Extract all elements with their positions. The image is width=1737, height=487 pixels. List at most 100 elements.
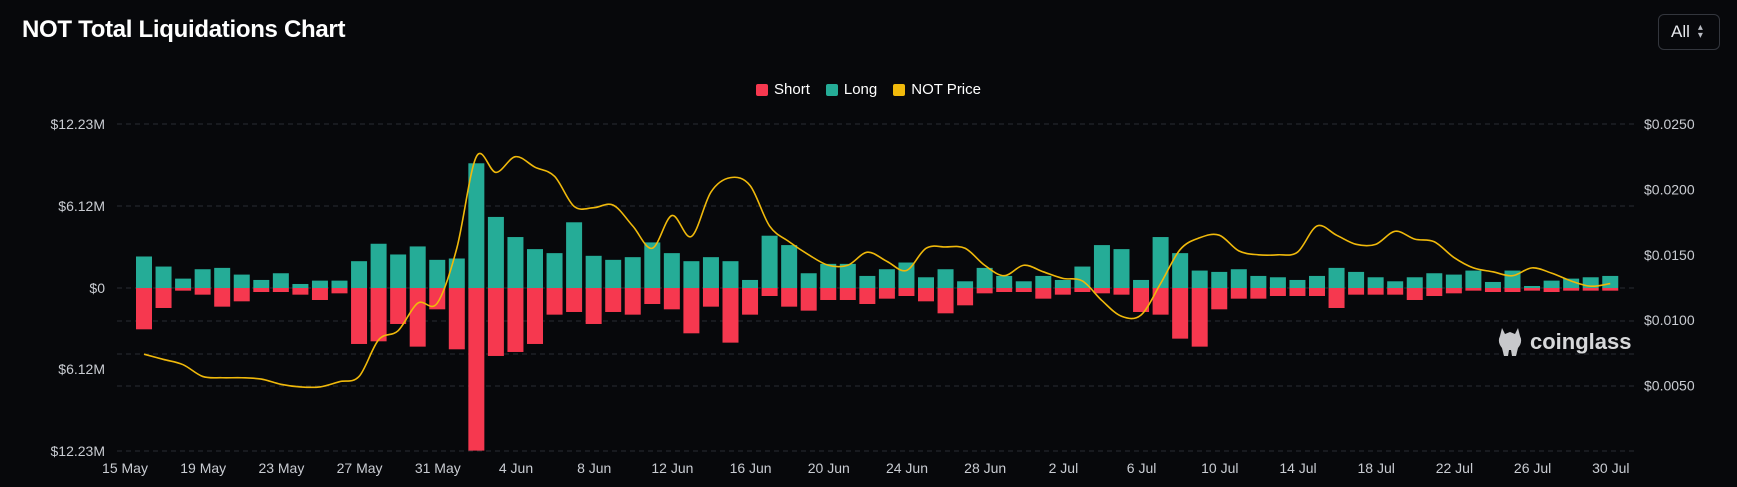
short-bar [1113, 288, 1130, 295]
short-bar [820, 288, 837, 300]
x-tick-label: 19 May [180, 460, 226, 476]
short-bar [370, 288, 387, 342]
short-bar [1328, 288, 1345, 308]
short-bar [351, 288, 368, 344]
long-bar [1093, 245, 1110, 288]
short-bar [1015, 288, 1032, 292]
long-bar [429, 259, 446, 288]
long-bar [1191, 270, 1208, 288]
long-bar [351, 261, 368, 288]
short-bar [937, 288, 954, 314]
long-bar [546, 253, 563, 288]
short-bar [781, 288, 798, 307]
long-bar [859, 275, 876, 288]
long-bar [1250, 275, 1267, 288]
long-bar [253, 279, 270, 288]
long-bar [937, 269, 954, 288]
long-bar [175, 278, 192, 288]
short-bar [566, 288, 583, 312]
x-tick-label: 24 Jun [886, 460, 928, 476]
long-bar [448, 258, 465, 288]
short-bar [1093, 288, 1110, 294]
y-right-tick-label: $0.0050 [1644, 378, 1695, 394]
short-bar [233, 288, 250, 302]
long-bar [1602, 275, 1619, 288]
long-bar [468, 163, 485, 288]
x-tick-label: 23 May [258, 460, 304, 476]
short-bar [468, 288, 485, 451]
y-left-tick-label: $6.12M [58, 361, 105, 377]
short-bar [1563, 288, 1580, 291]
short-bar [996, 288, 1013, 292]
short-bar [1484, 288, 1501, 292]
long-bar [996, 275, 1013, 288]
liquidations-chart: $12.23M $6.12M $0 $6.12M $12.23M $0.0250 $0.02… [51, 116, 1695, 476]
short-bar [546, 288, 563, 315]
long-bar [233, 274, 250, 288]
x-tick-label: 6 Jul [1127, 460, 1157, 476]
long-bar [663, 253, 680, 288]
long-bar [1387, 281, 1404, 288]
x-tick-label: 26 Jul [1514, 460, 1551, 476]
long-bar [1269, 277, 1286, 288]
long-bar [136, 256, 152, 288]
short-bar [1582, 288, 1599, 291]
long-bar [527, 249, 543, 288]
short-bar [331, 288, 348, 294]
x-tick-label: 20 Jun [808, 460, 850, 476]
long-bar [194, 269, 211, 288]
y-left-tick-label: $6.12M [58, 198, 105, 214]
short-bar [1074, 288, 1091, 292]
y-right-tick-label: $0.0100 [1644, 312, 1695, 328]
long-bar [878, 269, 895, 288]
long-bar [272, 273, 289, 288]
long-bar [1445, 274, 1462, 288]
coinglass-watermark: coinglass [1496, 326, 1631, 358]
long-bar [644, 242, 661, 288]
x-tick-label: 18 Jul [1358, 460, 1395, 476]
short-bar [859, 288, 876, 304]
x-tick-label: 31 May [415, 460, 461, 476]
short-bar [507, 288, 524, 352]
short-bar [1426, 288, 1443, 296]
long-bar [1484, 281, 1501, 288]
short-bar [487, 288, 504, 356]
x-tick-label: 4 Jun [499, 460, 533, 476]
short-bar [605, 288, 622, 312]
short-bar [1250, 288, 1267, 299]
long-bar [781, 245, 798, 288]
long-bar [957, 281, 974, 288]
long-bar [214, 267, 231, 288]
short-bar [742, 288, 759, 315]
long-bar [155, 266, 172, 288]
long-bar [1152, 237, 1169, 288]
long-bar [331, 280, 348, 288]
short-bar [1230, 288, 1247, 299]
short-bar [1035, 288, 1052, 299]
short-bar [194, 288, 211, 295]
y-left-tick-label: $0 [89, 280, 105, 296]
short-bar [702, 288, 719, 307]
short-bar [1172, 288, 1189, 339]
short-bar [918, 288, 934, 302]
short-bar [311, 288, 328, 300]
short-bar [1269, 288, 1286, 296]
x-tick-label: 14 Jul [1279, 460, 1316, 476]
long-bar [1230, 269, 1247, 288]
long-bar [624, 257, 641, 288]
long-bar [918, 277, 934, 288]
short-bar [1524, 288, 1541, 291]
x-tick-label: 16 Jun [730, 460, 772, 476]
short-bar [585, 288, 602, 324]
short-bar [136, 288, 152, 330]
long-bar [1309, 275, 1325, 288]
short-bar [976, 288, 993, 294]
short-bar [1602, 288, 1619, 291]
long-bar [487, 216, 504, 288]
short-bar [1348, 288, 1365, 295]
short-bar [898, 288, 915, 296]
short-bar [292, 288, 309, 295]
long-bar [761, 235, 778, 288]
y-left-tick-label: $12.23M [51, 443, 105, 459]
short-bar [683, 288, 700, 334]
